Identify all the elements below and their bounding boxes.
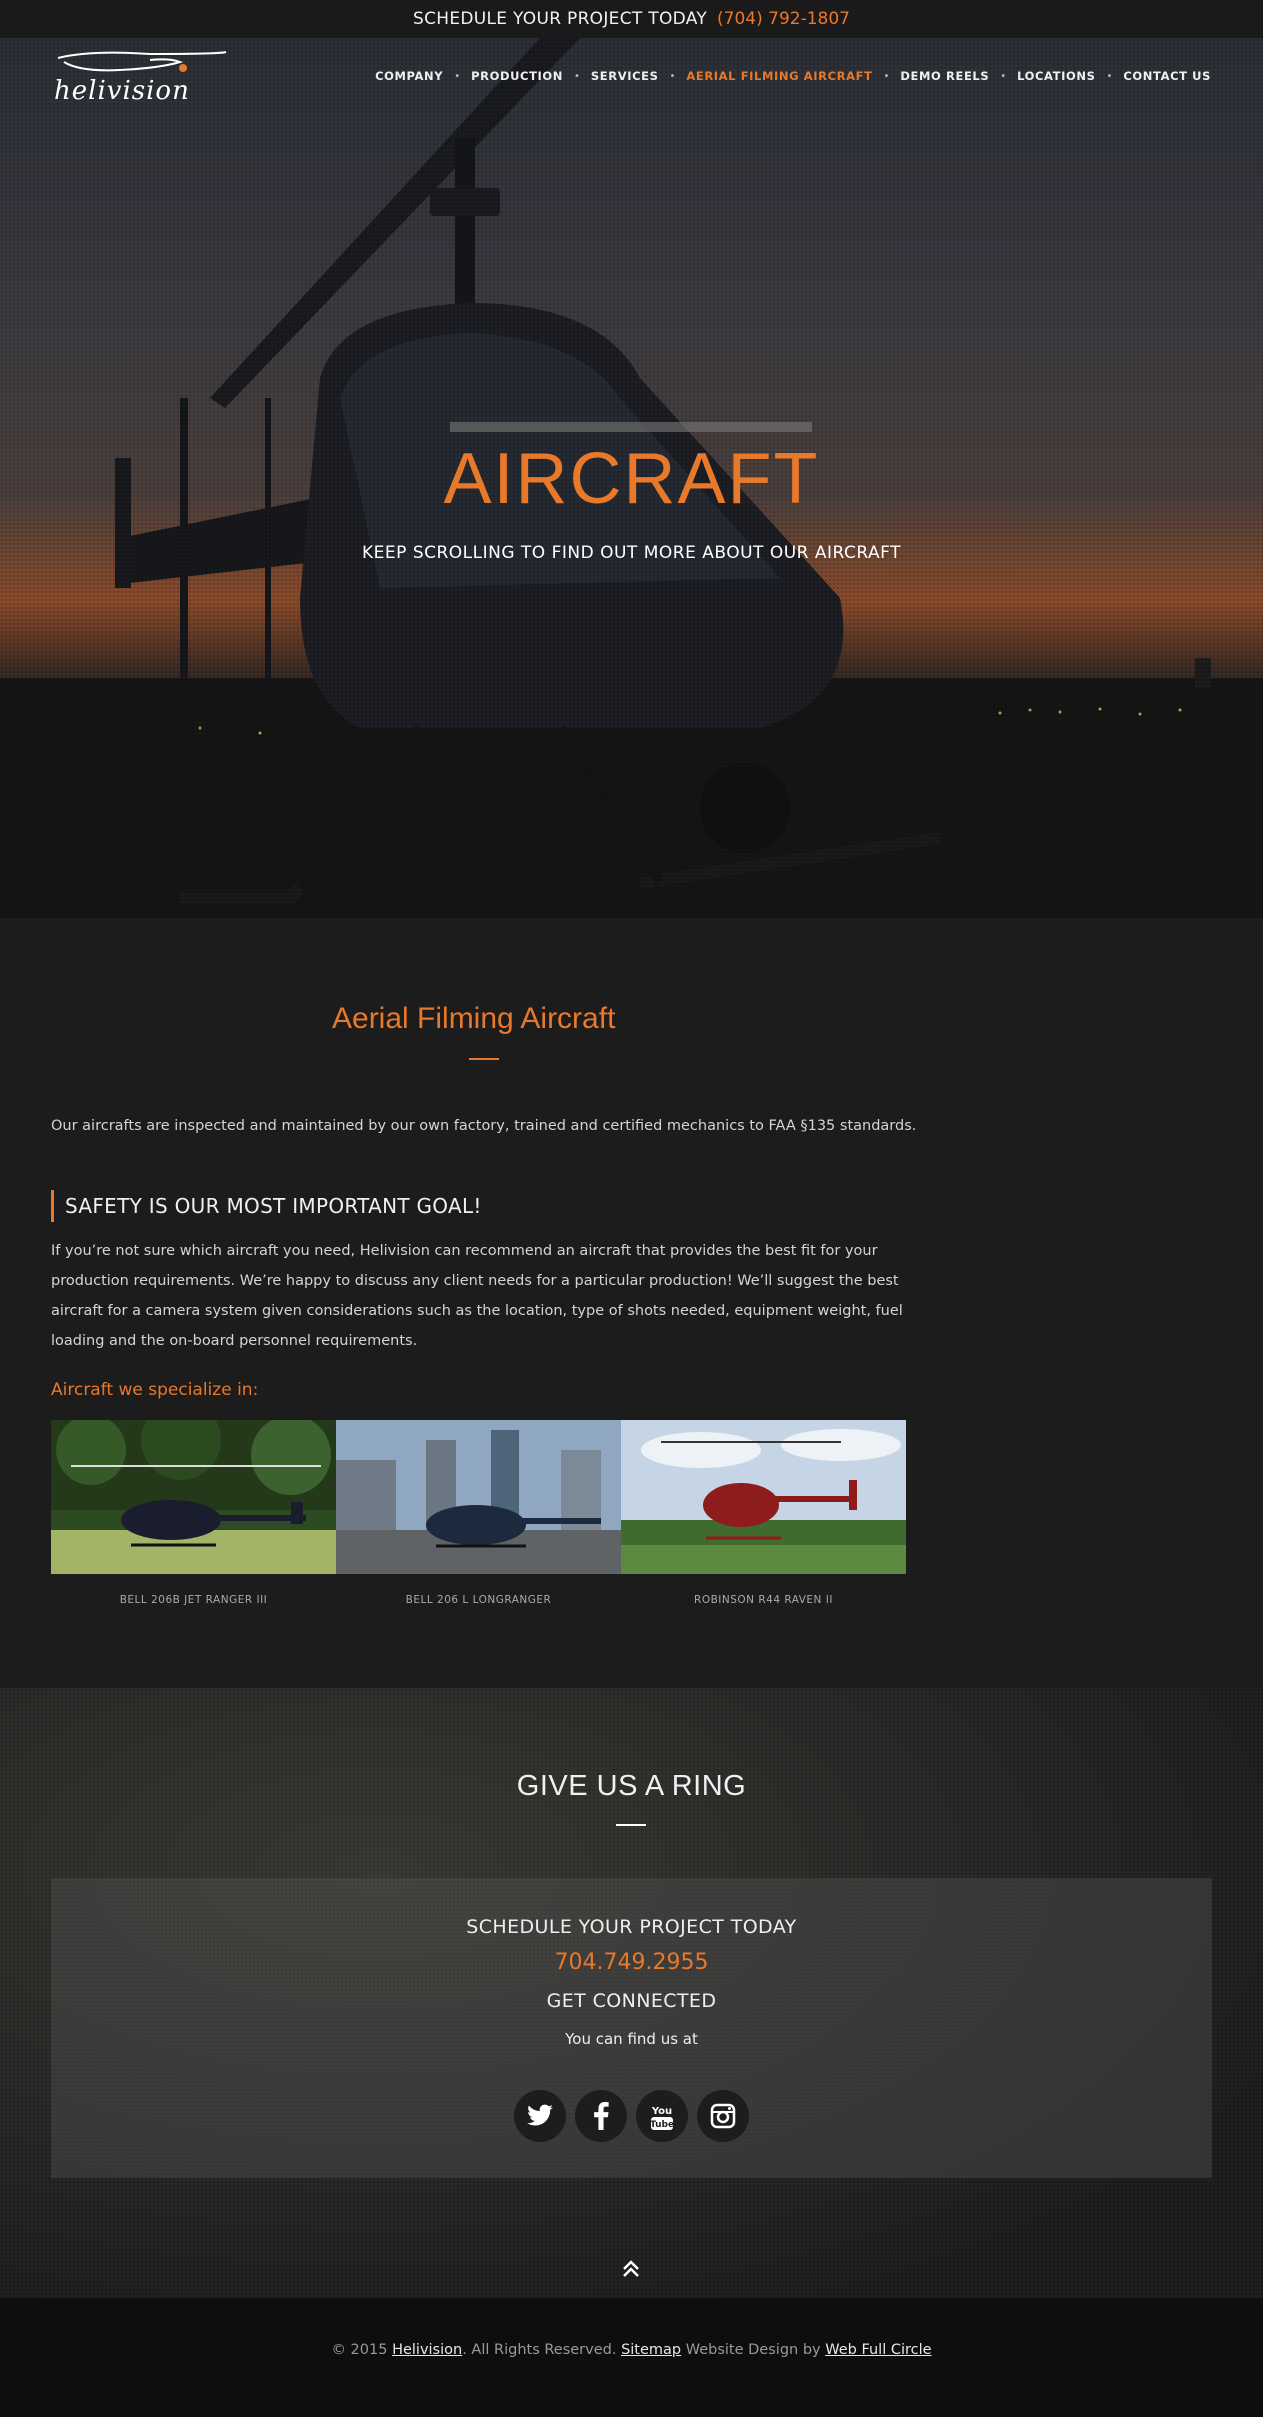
helicopter-logo-icon (57, 51, 227, 72)
web-full-circle-link[interactable]: Web Full Circle (825, 2342, 931, 2358)
find-us-text: You can find us at (565, 2030, 698, 2048)
hero-subtitle: KEEP SCROLLING TO FIND OUT MORE ABOUT OU… (362, 543, 901, 563)
aircraft-card[interactable]: BELL 206B JET RANGER III (51, 1420, 336, 1606)
main-nav: COMPANY • PRODUCTION • SERVICES • AERIAL… (375, 69, 1211, 83)
body-paragraph: If you’re not sure which aircraft you ne… (51, 1243, 903, 1349)
intro-paragraph: Our aircrafts are inspected and maintain… (51, 1118, 917, 1134)
section-heading: Aerial Filming Aircraft (332, 1002, 616, 1035)
nav-item-services[interactable]: SERVICES (591, 69, 659, 83)
sitemap-link[interactable]: Sitemap (621, 2342, 681, 2358)
aircraft-content: Aerial Filming Aircraft Our aircrafts ar… (0, 918, 1263, 1688)
contact-section: GIVE US A RING SCHEDULE YOUR PROJECT TOD… (0, 1688, 1263, 2298)
contact-phone-link[interactable]: 704.749.2955 (51, 1950, 1212, 1975)
aircraft-card[interactable]: ROBINSON R44 RAVEN II (621, 1420, 906, 1606)
aircraft-caption: BELL 206 L LONGRANGER (405, 1594, 552, 1606)
aircraft-gallery: BELL 206B JET RANGER III BELL 206 L LONG… (51, 1420, 906, 1606)
nav-item-contact-us[interactable]: CONTACT US (1123, 69, 1211, 83)
aircraft-caption: ROBINSON R44 RAVEN II (694, 1594, 833, 1606)
svg-text:You: You (651, 2106, 672, 2117)
copyright-line: © 2015 Helivision. All Rights Reserved. … (331, 2342, 932, 2358)
twitter-icon[interactable] (514, 2090, 566, 2142)
nav-item-aerial-filming-aircraft[interactable]: AERIAL FILMING AIRCRAFT (686, 69, 872, 83)
hero: AIRCRAFT KEEP SCROLLING TO FIND OUT MORE… (0, 38, 1263, 918)
contact-heading: GIVE US A RING (516, 1770, 747, 1802)
helivision-link[interactable]: Helivision (392, 2342, 462, 2358)
heading-divider (469, 1058, 499, 1060)
nav-item-demo-reels[interactable]: DEMO REELS (900, 69, 989, 83)
connected-heading: GET CONNECTED (546, 1990, 717, 2012)
bell-206l-photo[interactable] (336, 1420, 621, 1574)
page-title: AIRCRAFT (443, 439, 820, 519)
robinson-r44-photo[interactable] (621, 1420, 906, 1574)
back-to-top-icon[interactable] (620, 2258, 642, 2280)
bell-206b-photo[interactable] (51, 1420, 336, 1574)
aircraft-caption: BELL 206B JET RANGER III (119, 1594, 268, 1606)
schedule-text: SCHEDULE YOUR PROJECT TODAY (412, 9, 708, 29)
specialize-heading: Aircraft we specialize in: (51, 1380, 259, 1400)
topbar-phone-link[interactable]: (704) 792-1807 (717, 9, 850, 29)
heading-divider (616, 1824, 646, 1826)
nav-item-locations[interactable]: LOCATIONS (1017, 69, 1095, 83)
schedule-heading: SCHEDULE YOUR PROJECT TODAY (466, 1916, 797, 1938)
top-bar: SCHEDULE YOUR PROJECT TODAY (704) 792-18… (0, 0, 1263, 38)
nav-item-production[interactable]: PRODUCTION (471, 69, 563, 83)
facebook-icon[interactable] (575, 2090, 627, 2142)
instagram-icon[interactable] (697, 2090, 749, 2142)
footer: © 2015 Helivision. All Rights Reserved. … (0, 2298, 1263, 2417)
logo-wordmark: helivision (54, 76, 190, 106)
contact-box: SCHEDULE YOUR PROJECT TODAY 704.749.2955… (51, 1878, 1212, 2178)
youtube-icon[interactable]: You Tube (636, 2090, 688, 2142)
helivision-logo[interactable]: helivision (50, 48, 230, 106)
svg-text:Tube: Tube (650, 2120, 674, 2130)
social-links: You Tube (51, 2090, 1212, 2142)
hero-title-bar (450, 422, 812, 432)
safety-callout: SAFETY IS OUR MOST IMPORTANT GOAL! (51, 1190, 482, 1222)
aircraft-card[interactable]: BELL 206 L LONGRANGER (336, 1420, 621, 1606)
nav-item-company[interactable]: COMPANY (375, 69, 443, 83)
